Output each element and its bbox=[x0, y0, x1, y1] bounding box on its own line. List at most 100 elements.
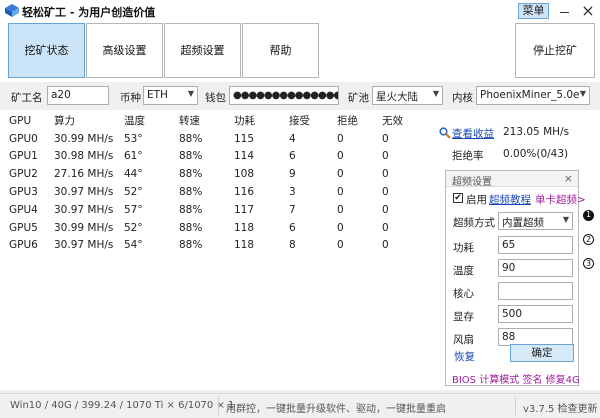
cell-invalid: 0 bbox=[382, 168, 389, 181]
compute-mode-link[interactable]: 计算模式 bbox=[479, 375, 519, 386]
col-fan-header: 转速 bbox=[179, 115, 200, 128]
cell-hashrate: 30.97 MH/s bbox=[54, 203, 114, 216]
step-3-icon[interactable]: 3 bbox=[583, 258, 594, 269]
main-toolbar: 挖矿状态 高级设置 超频设置 帮助 停止挖矿 bbox=[0, 22, 600, 82]
cell-invalid: 0 bbox=[382, 239, 389, 252]
table-row: GPU1 30.98 MH/s 61° 88% 114 6 0 0 bbox=[9, 148, 422, 166]
gpu-table: GPU 算力 温度 转速 功耗 接受 拒绝 无效 GPU0 30.99 MH/s 5… bbox=[9, 112, 422, 254]
step-2-icon[interactable]: 2 bbox=[583, 234, 594, 245]
cell-power: 117 bbox=[234, 203, 255, 216]
coin-label: 币种 bbox=[120, 92, 141, 104]
wallet-label: 钱包 bbox=[205, 92, 226, 104]
cell-temp: 44° bbox=[124, 168, 143, 181]
cell-accepted: 3 bbox=[289, 186, 296, 199]
version-check-update[interactable]: v3.7.5 检查更新 bbox=[523, 400, 598, 415]
cell-rejected: 0 bbox=[337, 239, 344, 252]
kernel-select[interactable]: PhoenixMiner_5.0e ▼ bbox=[476, 86, 590, 105]
overclock-footer-links: BIOS 计算模式 签名 修复4G bbox=[452, 371, 580, 386]
cell-invalid: 0 bbox=[382, 203, 389, 216]
temp-input[interactable]: 90 bbox=[498, 259, 573, 277]
total-hashrate: 213.05 MH/s bbox=[503, 126, 570, 138]
bios-link[interactable]: BIOS bbox=[452, 375, 476, 386]
wallet-input[interactable]: ●●●●●●●●●●●●●●●●●●●●●●●●●●●● bbox=[229, 86, 339, 105]
enable-checkbox[interactable]: ✔ bbox=[453, 193, 463, 203]
wallet-masked-value: ●●●●●●●●●●●●●●●●●●●●●●●●●●●● bbox=[233, 90, 339, 101]
view-earnings-link[interactable]: 查看收益 bbox=[452, 126, 494, 141]
tab-mining-status[interactable]: 挖矿状态 bbox=[8, 23, 85, 78]
cell-hashrate: 30.97 MH/s bbox=[54, 186, 114, 199]
cell-accepted: 6 bbox=[289, 150, 296, 163]
tab-advanced-settings[interactable]: 高级设置 bbox=[86, 23, 163, 78]
cell-rejected: 0 bbox=[337, 168, 344, 181]
cell-fan: 88% bbox=[179, 132, 203, 145]
cell-temp: 52° bbox=[124, 186, 143, 199]
reject-rate-value: 0.00%(0/43) bbox=[503, 148, 569, 160]
group-control-hint[interactable]: 用群控，一键批量升级软件、驱动，一键批量重启 bbox=[226, 400, 446, 415]
power-input[interactable]: 65 bbox=[498, 236, 573, 254]
pool-select[interactable]: 星火大陆 ▼ bbox=[372, 86, 443, 105]
table-row: GPU2 27.16 MH/s 44° 88% 108 9 0 0 bbox=[9, 165, 422, 183]
cell-temp: 53° bbox=[124, 132, 143, 145]
cell-accepted: 4 bbox=[289, 132, 296, 145]
cell-fan: 88% bbox=[179, 203, 203, 216]
memory-label: 显存 bbox=[453, 311, 474, 323]
cell-gpu: GPU2 bbox=[9, 168, 38, 181]
status-bar: Win10 / 40G / 399.24 / 1070 Ti × 6/1070 … bbox=[0, 393, 600, 418]
cell-fan: 88% bbox=[179, 150, 203, 163]
menu-button[interactable]: 菜单 bbox=[518, 3, 549, 19]
coin-value: ETH bbox=[147, 89, 168, 101]
overclock-mode-select[interactable]: 内置超频 ▼ bbox=[498, 212, 573, 230]
minimize-button[interactable] bbox=[556, 2, 574, 20]
cell-power: 116 bbox=[234, 186, 255, 199]
chevron-down-icon: ▼ bbox=[432, 89, 439, 98]
cell-accepted: 7 bbox=[289, 203, 296, 216]
confirm-button[interactable]: 确定 bbox=[510, 344, 574, 362]
close-button[interactable]: × bbox=[578, 1, 598, 21]
cell-invalid: 0 bbox=[382, 132, 389, 145]
cell-invalid: 0 bbox=[382, 150, 389, 163]
cell-accepted: 6 bbox=[289, 221, 296, 234]
cell-fan: 88% bbox=[179, 168, 203, 181]
cell-power: 115 bbox=[234, 132, 255, 145]
tab-overclock-settings[interactable]: 超频设置 bbox=[164, 23, 241, 78]
cell-power: 114 bbox=[234, 150, 255, 163]
memory-input[interactable]: 500 bbox=[498, 305, 573, 323]
coin-select[interactable]: ETH ▼ bbox=[143, 86, 198, 105]
close-icon[interactable]: × bbox=[564, 172, 573, 185]
single-card-overclock-link[interactable]: 单卡超频> bbox=[535, 192, 586, 207]
table-row: GPU5 30.99 MH/s 52° 88% 118 6 0 0 bbox=[9, 219, 422, 237]
col-accepted-header: 接受 bbox=[289, 115, 310, 128]
config-row: 矿工名 a20 币种 ETH ▼ 钱包 ●●●●●●●●●●●●●●●●●●●●… bbox=[0, 82, 600, 110]
col-power-header: 功耗 bbox=[234, 115, 255, 128]
cell-temp: 54° bbox=[124, 239, 143, 252]
gpu-table-header: GPU 算力 温度 转速 功耗 接受 拒绝 无效 bbox=[9, 112, 422, 130]
search-icon bbox=[439, 127, 451, 139]
step-1-icon[interactable]: 1 bbox=[583, 210, 594, 221]
kernel-label: 内核 bbox=[452, 92, 473, 104]
restore-link[interactable]: 恢复 bbox=[454, 349, 475, 364]
cell-fan: 88% bbox=[179, 239, 203, 252]
cell-power: 108 bbox=[234, 168, 255, 181]
miner-name-input[interactable]: a20 bbox=[47, 86, 109, 105]
table-row: GPU4 30.97 MH/s 57° 88% 117 7 0 0 bbox=[9, 201, 422, 219]
tab-help[interactable]: 帮助 bbox=[242, 23, 319, 78]
kernel-value: PhoenixMiner_5.0e bbox=[480, 89, 580, 101]
cell-gpu: GPU5 bbox=[9, 221, 38, 234]
app-logo-icon bbox=[5, 4, 19, 17]
cell-gpu: GPU1 bbox=[9, 150, 38, 163]
signature-link[interactable]: 签名 bbox=[522, 375, 542, 386]
cell-rejected: 0 bbox=[337, 221, 344, 234]
cell-temp: 52° bbox=[124, 221, 143, 234]
cell-temp: 57° bbox=[124, 203, 143, 216]
temp-label: 温度 bbox=[453, 265, 474, 277]
fan-label: 风扇 bbox=[453, 334, 474, 346]
cell-power: 118 bbox=[234, 239, 255, 252]
fix-4g-link[interactable]: 修复4G bbox=[546, 375, 580, 386]
window-title: 轻松矿工 - 为用户创造价值 bbox=[22, 6, 156, 19]
cell-rejected: 0 bbox=[337, 186, 344, 199]
overclock-tutorial-link[interactable]: 超频教程 bbox=[489, 192, 531, 207]
core-input[interactable] bbox=[498, 282, 573, 300]
cell-power: 118 bbox=[234, 221, 255, 234]
stop-mining-button[interactable]: 停止挖矿 bbox=[515, 23, 595, 78]
cell-gpu: GPU0 bbox=[9, 132, 38, 145]
